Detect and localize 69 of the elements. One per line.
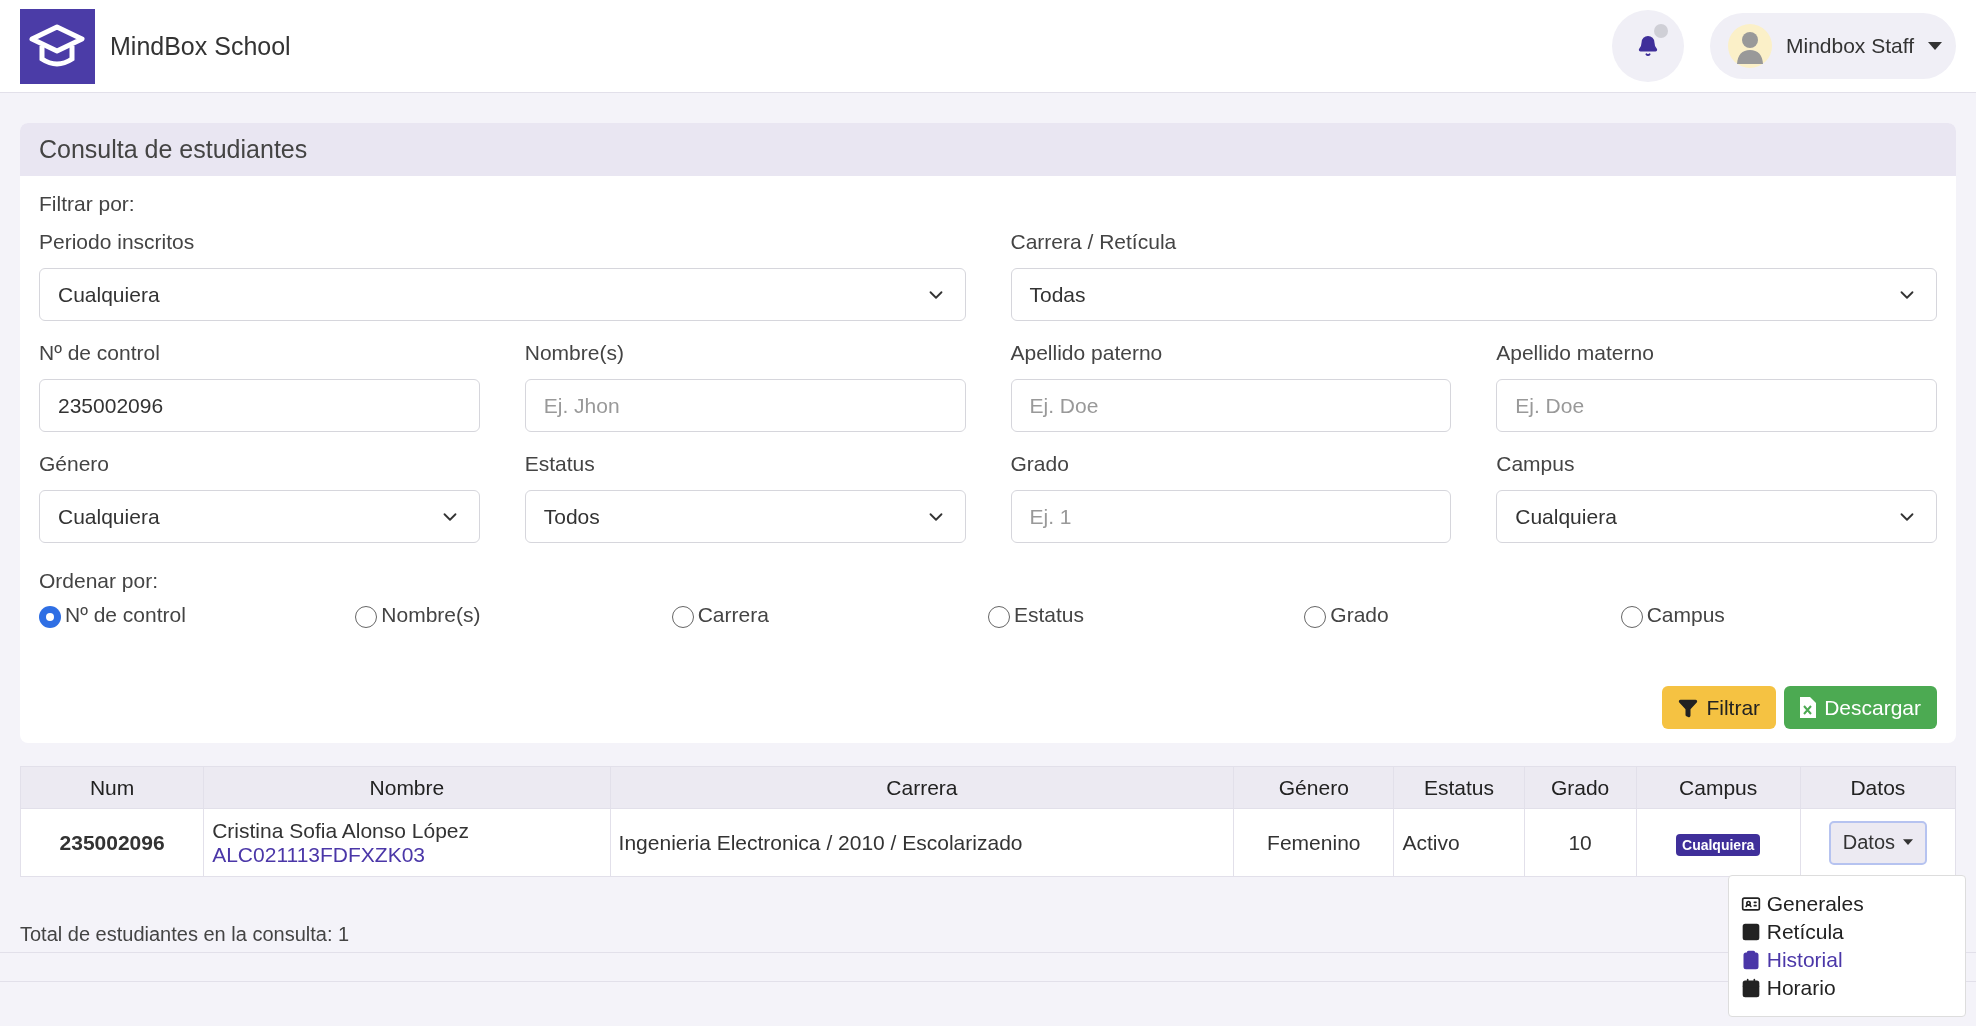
table-cell: 235002096 [20,808,204,877]
column-header: Grado [1524,766,1637,809]
field-label: Grado [1010,452,1070,476]
sort-heading: Ordenar por: [39,569,160,593]
input-field[interactable]: Ej. 1 [1010,490,1452,543]
caret-icon [1903,839,1913,846]
field-label: Género [39,452,111,476]
radio-label: Grado [1330,602,1389,627]
column-header: Género [1233,766,1394,809]
radio-button[interactable] [671,606,694,628]
filter-button[interactable]: Filtrar [1662,686,1777,729]
table-cell: Femenino [1233,808,1394,877]
radio-label: Carrera [697,602,769,627]
column-header: Estatus [1393,766,1524,809]
column-header: Datos [1800,766,1956,809]
field-label: Apellido paterno [1010,341,1164,365]
caret-icon [1928,41,1942,51]
field-label: Apellido materno [1496,341,1655,365]
panel-title: Consulta de estudiantes [20,123,1956,176]
select-field[interactable]: Cualquiera [39,490,480,543]
student-code-link[interactable]: ALC021113FDFXZK03 [212,842,426,866]
radio-button[interactable] [1304,606,1327,628]
radio-button[interactable] [39,606,61,628]
menu-item[interactable]: Horario [1728,973,1965,1002]
input-field[interactable]: Ej. Jhon [524,379,966,432]
filter-icon [1678,697,1699,718]
bell-icon [1636,35,1659,57]
filter-heading: Filtrar por: [39,192,136,216]
column-header: Nombre [203,766,611,809]
column-header: Campus [1636,766,1801,809]
campus-tag: Cualquiera [1676,833,1761,856]
app-title: MindBox School [110,31,291,61]
field-label: Nombre(s) [524,341,625,365]
menu-item[interactable]: Retícula [1728,917,1965,946]
select-field[interactable]: Todos [524,490,966,543]
column-header: Carrera [610,766,1234,809]
spreadsheet-file-icon [1800,697,1817,718]
radio-label: Campus [1646,602,1725,627]
radio-label: Nombre(s) [381,602,481,627]
field-label: Estatus [524,452,596,476]
radio-button[interactable] [988,606,1010,628]
input-field[interactable]: Ej. Doe [1010,379,1452,432]
select-field[interactable]: Cualquiera [1496,490,1937,543]
radio-button[interactable] [355,606,378,628]
select-field[interactable]: Todas [1010,268,1937,321]
table-cell: 10 [1524,808,1637,877]
column-header: Num [20,766,204,809]
total-count: Total de estudiantes en la consulta: 1 [20,923,350,946]
menu-item[interactable]: Generales [1728,889,1965,918]
radio-label: Nº de control [65,602,186,627]
radio-label: Estatus [1014,602,1085,627]
field-label: Nº de control [39,341,161,365]
user-menu-button[interactable]: Mindbox Staff [1709,13,1956,79]
menu-item[interactable]: Historial [1728,945,1965,974]
radio-button[interactable] [1620,606,1643,628]
field-label: Campus [1496,452,1576,476]
calendar-icon [1740,977,1761,998]
field-label: Periodo inscritos [39,230,196,254]
logo-icon [20,8,95,84]
field-label: Carrera / Retícula [1010,230,1178,254]
datos-dropdown-button[interactable]: Datos [1828,820,1927,865]
student-name: Cristina Sofia Alonso López [212,818,470,843]
table-cell: Ingenieria Electronica / 2010 / Escolarizado [610,808,1234,877]
square-icon [1740,921,1761,942]
table-cell: Activo [1393,808,1524,877]
input-field[interactable]: Ej. Doe [1496,379,1937,432]
input-field[interactable]: 235002096 [39,379,480,432]
avatar-icon [1727,24,1772,68]
select-field[interactable]: Cualquiera [39,268,966,321]
